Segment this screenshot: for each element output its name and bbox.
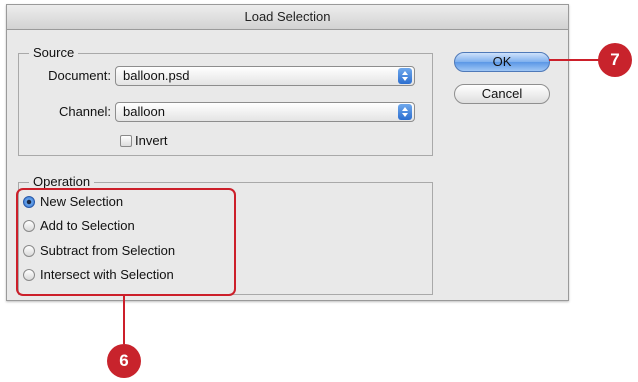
document-label: Document: xyxy=(48,68,111,83)
dialog-title: Load Selection xyxy=(7,5,568,30)
operation-callout-line xyxy=(123,296,125,344)
document-select[interactable]: balloon.psd xyxy=(115,66,415,86)
document-select-value: balloon.psd xyxy=(123,68,190,83)
channel-select[interactable]: balloon xyxy=(115,102,415,122)
source-legend: Source xyxy=(33,45,75,60)
invert-checkbox[interactable] xyxy=(120,135,132,147)
invert-label[interactable]: Invert xyxy=(135,133,168,148)
cancel-button[interactable]: Cancel xyxy=(454,84,550,104)
source-group: Source xyxy=(18,46,433,156)
ok-button[interactable]: OK xyxy=(454,52,550,72)
ok-callout-line xyxy=(549,59,599,61)
popup-arrows-icon xyxy=(398,68,412,84)
channel-select-value: balloon xyxy=(123,104,165,119)
popup-arrows-icon xyxy=(398,104,412,120)
channel-label: Channel: xyxy=(58,104,111,119)
ok-callout-badge: 7 xyxy=(598,43,632,77)
operation-highlight-box xyxy=(16,188,236,296)
operation-legend: Operation xyxy=(33,174,91,189)
operation-callout-badge: 6 xyxy=(107,344,141,378)
